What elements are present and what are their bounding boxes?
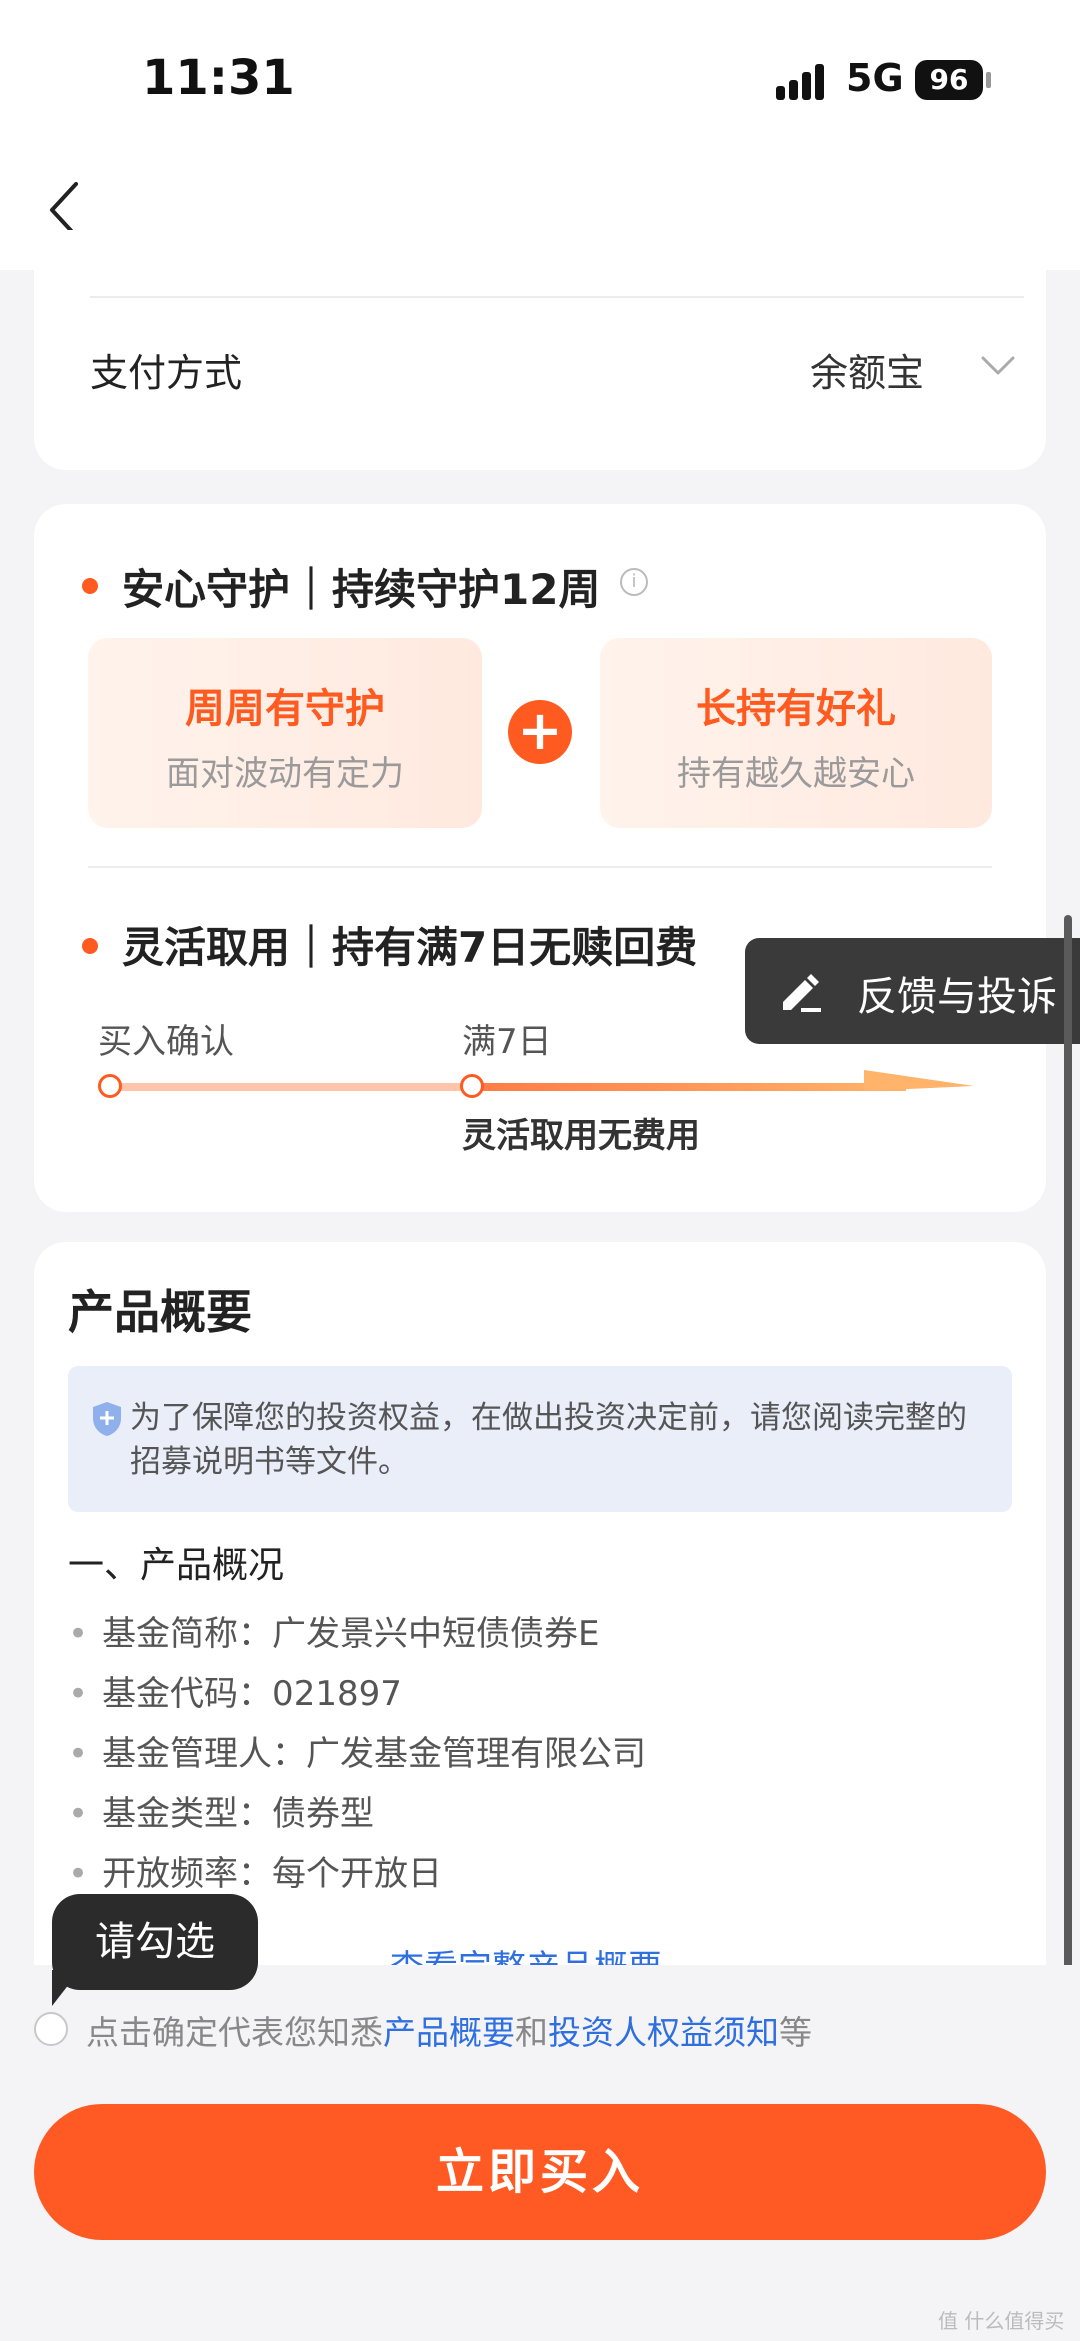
timeline-node xyxy=(460,1074,484,1098)
list-item: 基金管理人：广发基金管理有限公司 xyxy=(68,1726,646,1775)
info-icon[interactable]: i xyxy=(620,568,648,596)
timeline-note: 灵活取用无费用 xyxy=(462,1116,700,1156)
notice-box: 为了保障您的投资权益，在做出投资决定前，请您阅读完整的招募说明书等文件。 xyxy=(68,1366,1012,1512)
watermark: 值 什么值得买 xyxy=(938,2309,1065,2333)
list-item: 开放频率：每个开放日 xyxy=(68,1846,442,1895)
edit-icon xyxy=(783,974,821,1012)
signal-icon xyxy=(776,60,836,100)
timeline-start-label: 买入确认 xyxy=(98,1022,234,1062)
product-summary-link[interactable]: 产品概要 xyxy=(383,2013,515,2052)
check-tooltip: 请勾选 xyxy=(52,1894,258,1990)
chevron-down-icon xyxy=(981,356,1015,375)
timeline-mid-label: 满7日 xyxy=(462,1022,552,1062)
section-dot xyxy=(82,578,98,594)
benefit-longterm: 长持有好礼 持有越久越安心 xyxy=(600,638,992,828)
payment-card: 支付方式 余额宝 xyxy=(34,230,1046,470)
benefit-subtitle: 持有越久越安心 xyxy=(677,754,915,794)
summary-title: 产品概要 xyxy=(68,1285,252,1339)
feedback-label: 反馈与投诉 xyxy=(857,974,1057,1020)
investor-rights-link[interactable]: 投资人权益须知 xyxy=(548,2013,779,2052)
plus-icon: + xyxy=(508,700,572,764)
timeline-bar xyxy=(106,1070,974,1091)
status-time: 11:31 xyxy=(142,50,295,106)
benefit-card: 安心守护｜持续守护12周 i 周周有守护 面对波动有定力 + 长持有好礼 持有越… xyxy=(34,504,1046,1212)
buy-now-button[interactable]: 立即买入 xyxy=(34,2104,1046,2240)
benefit-title: 长持有好礼 xyxy=(696,686,896,732)
scrollbar[interactable] xyxy=(1064,915,1072,1995)
card-divider xyxy=(90,296,1024,298)
network-type: 5G xyxy=(846,56,904,100)
payment-value: 余额宝 xyxy=(810,351,925,395)
feedback-button[interactable]: 反馈与投诉 xyxy=(745,938,1080,1044)
list-item: 基金简称：广发景兴中短债债券E xyxy=(68,1606,599,1655)
notice-text: 为了保障您的投资权益，在做出投资决定前，请您阅读完整的招募说明书等文件。 xyxy=(130,1400,967,1480)
section-dot xyxy=(82,938,98,954)
agreement-text: 点击确定代表您知悉产品概要和投资人权益须知等 xyxy=(86,2006,812,2054)
protection-title: 安心守护｜持续守护12周 xyxy=(122,565,601,614)
timeline-node xyxy=(98,1074,122,1098)
agreement-prefix: 点击确定代表您知悉 xyxy=(86,2013,383,2052)
agreement-mid: 和 xyxy=(515,2013,548,2052)
payment-label: 支付方式 xyxy=(90,351,243,395)
battery-tip xyxy=(986,72,991,88)
tooltip-tail xyxy=(52,1970,80,2006)
flexible-title: 灵活取用｜持有满7日无赎回费 xyxy=(122,923,698,972)
agreement-suffix: 等 xyxy=(779,2013,812,2052)
list-item: 基金类型：债券型 xyxy=(68,1786,374,1835)
agree-checkbox[interactable] xyxy=(34,2012,68,2046)
battery-icon: 96 xyxy=(915,60,983,100)
list-item: 基金代码：021897 xyxy=(68,1666,402,1715)
benefit-subtitle: 面对波动有定力 xyxy=(166,754,404,794)
benefit-title: 周周有守护 xyxy=(185,686,385,732)
payment-selector[interactable]: 余额宝 xyxy=(810,336,1020,396)
shield-icon xyxy=(93,1402,121,1436)
benefit-weekly: 周周有守护 面对波动有定力 xyxy=(88,638,482,828)
section-heading: 一、产品概况 xyxy=(68,1545,285,1586)
section-divider xyxy=(88,866,992,868)
